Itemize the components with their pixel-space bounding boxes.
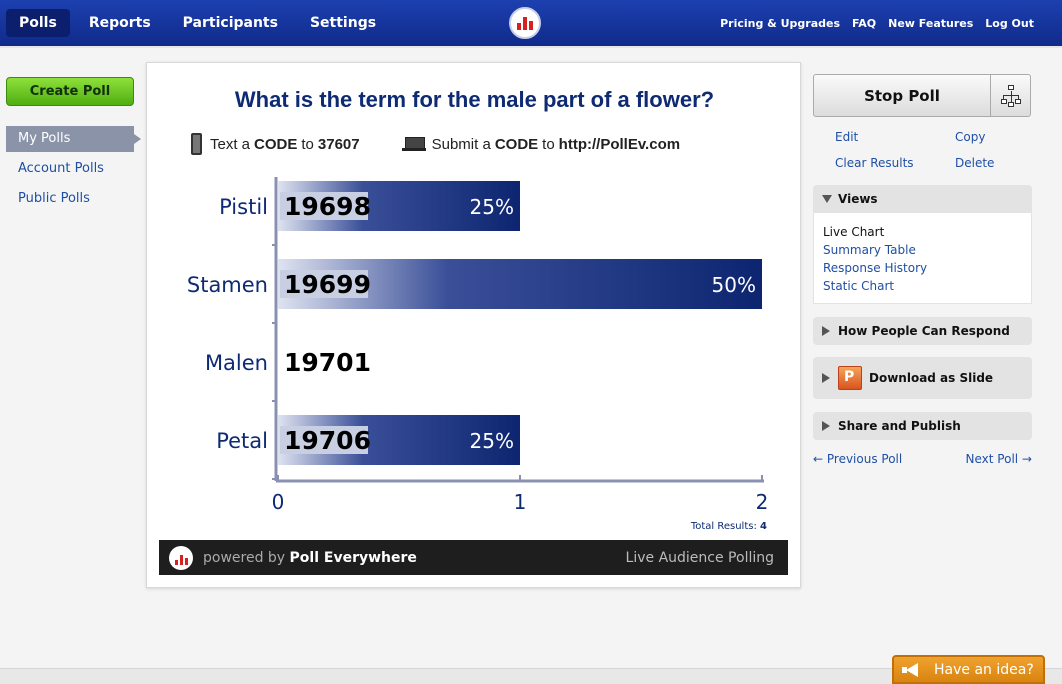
percent-label: 50% — [712, 273, 756, 297]
text-prefix: Text a — [210, 135, 251, 153]
how-people-can-respond-header[interactable]: How People Can Respond — [813, 317, 1032, 345]
create-poll-button[interactable]: Create Poll — [6, 77, 134, 106]
nav-faq[interactable]: FAQ — [852, 17, 876, 30]
copy-link[interactable]: Copy — [955, 130, 1031, 144]
poll-tree-button[interactable] — [990, 75, 1030, 116]
sidebar-item-public-polls[interactable]: Public Polls — [6, 186, 146, 212]
total-results-value: 4 — [760, 521, 767, 532]
views-list: Live Chart Summary Table Response Histor… — [813, 213, 1032, 304]
triangle-right-icon — [822, 421, 830, 431]
poll-question-title: What is the term for the male part of a … — [234, 87, 715, 112]
previous-poll-link[interactable]: ← Previous Poll — [813, 452, 902, 466]
x-tick-label: 1 — [514, 490, 527, 514]
triangle-down-icon — [822, 195, 832, 203]
powerpoint-icon — [838, 366, 862, 390]
nav-participants[interactable]: Participants — [170, 9, 291, 37]
response-code-label: 19699 — [284, 270, 371, 299]
powered-by-label: powered by — [203, 549, 286, 566]
download-slide-header[interactable]: Download as Slide — [813, 357, 1032, 399]
text-number: 37607 — [317, 135, 360, 153]
nav-reports[interactable]: Reports — [76, 9, 164, 37]
next-poll-link[interactable]: Next Poll → — [966, 452, 1032, 466]
poll-everywhere-footer-logo-icon — [169, 545, 193, 570]
response-code-label: 19698 — [284, 192, 371, 221]
submit-to: to — [542, 135, 555, 153]
laptop-icon — [401, 137, 426, 151]
poll-pager: ← Previous Poll Next Poll → — [813, 452, 1032, 466]
response-instructions: Text a CODE to 37607 Submit a CODE to ht… — [191, 133, 791, 155]
views-header[interactable]: Views — [813, 185, 1032, 213]
response-code-label: 19706 — [284, 426, 371, 455]
sidebar-item-my-polls[interactable]: My Polls — [6, 126, 141, 152]
delete-link[interactable]: Delete — [955, 156, 1031, 170]
poll-everywhere-logo-icon[interactable] — [509, 7, 541, 39]
view-response-history[interactable]: Response History — [823, 259, 1022, 277]
submit-prefix: Submit a — [431, 135, 491, 153]
category-label: Malen — [205, 351, 268, 375]
hierarchy-icon — [1000, 84, 1021, 107]
view-summary-table[interactable]: Summary Table — [823, 241, 1022, 259]
download-slide-panel[interactable]: Download as Slide — [813, 357, 1032, 399]
nav-log-out[interactable]: Log Out — [985, 17, 1034, 30]
nav-polls[interactable]: Polls — [6, 9, 70, 37]
text-to: to — [301, 135, 314, 153]
category-label: Stamen — [187, 273, 268, 297]
have-an-idea-label: Have an idea? — [934, 661, 1034, 678]
poll-footer-banner: powered by Poll Everywhere Live Audience… — [159, 540, 788, 575]
nav-pricing-upgrades[interactable]: Pricing & Upgrades — [720, 17, 840, 30]
x-tick-label: 0 — [272, 490, 285, 514]
top-navigation-bar: Polls Reports Participants Settings Pric… — [0, 0, 1062, 48]
poll-actions: Edit Copy Clear Results Delete — [835, 130, 1031, 170]
share-publish-header[interactable]: Share and Publish — [813, 412, 1032, 440]
view-live-chart[interactable]: Live Chart — [823, 223, 1022, 241]
views-title: Views — [838, 192, 878, 206]
share-publish-panel[interactable]: Share and Publish — [813, 412, 1032, 440]
submit-code-label: CODE — [494, 135, 539, 153]
percent-label: 25% — [470, 429, 514, 453]
response-code-label: 19701 — [284, 348, 371, 377]
sidebar-nav: My Polls Account Polls Public Polls — [6, 126, 146, 216]
footer-tagline: Live Audience Polling — [625, 549, 774, 566]
views-panel: Views Live Chart Summary Table Response … — [813, 185, 1032, 304]
have-an-idea-button[interactable]: Have an idea? — [892, 655, 1045, 684]
bar-chart-svg: 0 1 2 Pistil 25% 19698 Stamen 50% 19699 Malen 1970… — [187, 177, 769, 514]
brand-name: Poll Everywhere — [289, 549, 417, 566]
nav-new-features[interactable]: New Features — [888, 17, 973, 30]
percent-label: 25% — [470, 195, 514, 219]
stop-poll-button-group: Stop Poll — [813, 74, 1031, 117]
sidebar-item-account-polls[interactable]: Account Polls — [6, 156, 146, 182]
submit-url: http://PollEv.com — [558, 135, 681, 153]
phone-icon — [191, 133, 202, 155]
poll-panel: What is the term for the male part of a … — [146, 62, 801, 588]
how-people-can-respond-panel[interactable]: How People Can Respond — [813, 317, 1032, 345]
total-results-label: Total Results: — [690, 521, 757, 532]
live-bar-chart: 0 1 2 Pistil 25% 19698 Stamen 50% 19699 Malen 1970… — [147, 163, 802, 523]
megaphone-icon — [902, 662, 920, 677]
main-nav: Polls Reports Participants Settings — [6, 9, 395, 37]
x-tick-label: 2 — [756, 490, 769, 514]
clear-results-link[interactable]: Clear Results — [835, 156, 955, 170]
total-results: Total Results: 4 — [691, 521, 767, 532]
nav-settings[interactable]: Settings — [297, 9, 389, 37]
powered-by-text: powered by Poll Everywhere — [203, 550, 417, 566]
view-static-chart[interactable]: Static Chart — [823, 277, 1022, 295]
category-label: Petal — [216, 429, 268, 453]
share-publish-title: Share and Publish — [838, 419, 961, 433]
how-people-can-respond-title: How People Can Respond — [838, 324, 1010, 338]
triangle-right-icon — [822, 326, 830, 336]
account-nav: Pricing & Upgrades FAQ New Features Log … — [720, 17, 1034, 30]
category-label: Pistil — [219, 195, 268, 219]
stop-poll-button[interactable]: Stop Poll — [814, 75, 990, 116]
triangle-right-icon — [822, 373, 830, 383]
text-code-label: CODE — [254, 135, 298, 153]
edit-link[interactable]: Edit — [835, 130, 955, 144]
download-slide-title: Download as Slide — [869, 371, 994, 385]
